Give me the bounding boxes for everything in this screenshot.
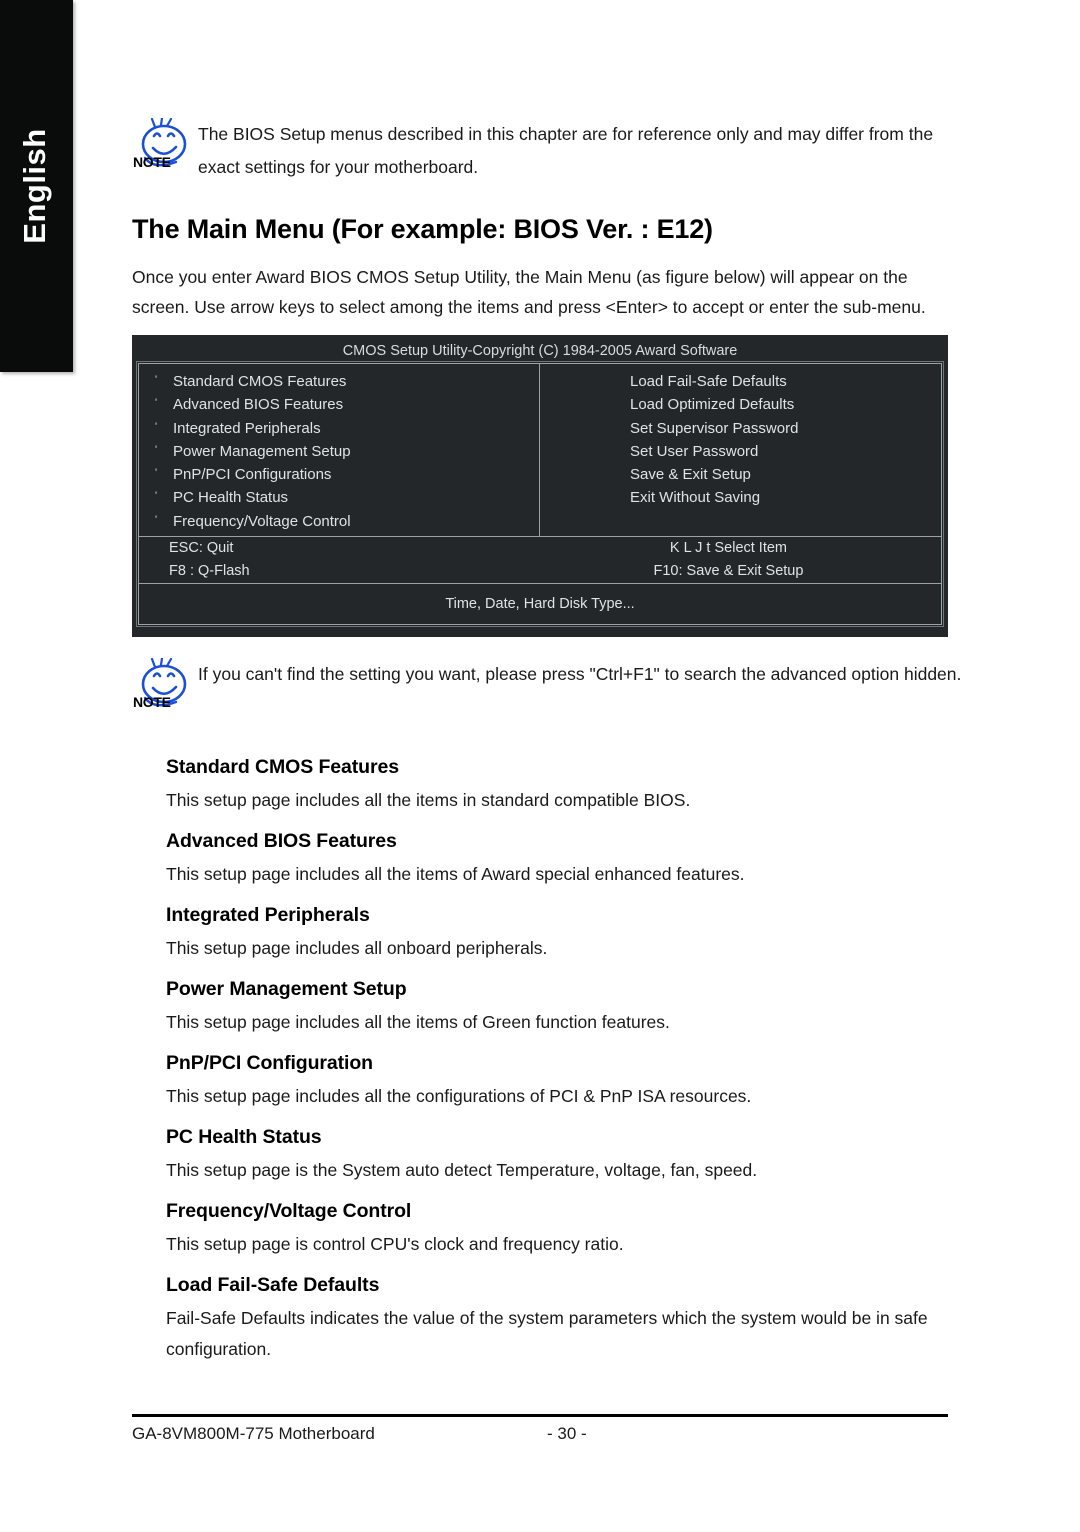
bios-menu-item[interactable]: Load Fail-Safe Defaults xyxy=(540,370,941,393)
footer-product-name: GA-8VM800M-775 Motherboard xyxy=(132,1424,375,1443)
bios-menu-item-label: PC Health Status xyxy=(173,489,289,507)
bios-bullet-icon: ' xyxy=(154,397,158,410)
note-callout-bottom: NOTE If you can't find the setting you w… xyxy=(132,658,962,716)
note-callout-top: NOTE The BIOS Setup menus described in t… xyxy=(132,118,962,184)
bios-menu-item[interactable]: ' Integrated Peripherals xyxy=(139,417,539,440)
bios-menu-item-label: Standard CMOS Features xyxy=(173,373,347,390)
bios-key-row: ESC: Quit K L J t Select Item xyxy=(139,537,941,560)
section-heading: Advanced BIOS Features xyxy=(166,830,397,852)
bios-menu-item[interactable]: ' PnP/PCI Configurations xyxy=(139,463,539,486)
bios-menu-item[interactable]: ' Frequency/Voltage Control xyxy=(139,510,539,533)
bios-status-bar: Time, Date, Hard Disk Type... xyxy=(445,596,635,612)
bios-menu-item[interactable]: ' Standard CMOS Features xyxy=(139,370,539,393)
bios-menu-item-label: Frequency/Voltage Control xyxy=(173,512,351,530)
section-body: This setup page is the System auto detec… xyxy=(166,1160,758,1180)
bios-menu-item[interactable]: ' PC Health Status xyxy=(139,486,539,509)
section-body: This setup page is control CPU's clock a… xyxy=(166,1234,624,1254)
bios-bullet-icon: ' xyxy=(154,443,158,456)
section-body: This setup page includes all onboard per… xyxy=(166,938,548,958)
bios-bullet-icon: ' xyxy=(154,490,158,503)
bios-menu-item[interactable]: ' Advanced BIOS Features xyxy=(139,393,539,416)
bios-bullet-icon: ' xyxy=(154,374,158,386)
bios-key-f8-qflash: F8 : Q-Flash xyxy=(169,563,250,579)
bios-menu-item-label: PnP/PCI Configurations xyxy=(173,466,332,484)
footer-page-number: - 30 - xyxy=(547,1424,587,1443)
sections-list: Standard CMOS Features This setup page i… xyxy=(166,752,956,1375)
section-body: This setup page includes all the items i… xyxy=(166,790,691,810)
bios-bullet-icon: ' xyxy=(154,467,158,480)
bios-menu-item-label: Power Management Setup xyxy=(173,442,351,460)
bios-bullet-icon: ' xyxy=(154,513,158,526)
note-smiley-icon: NOTE xyxy=(132,118,194,176)
note-badge-label: NOTE xyxy=(133,154,171,170)
intro-paragraph: Once you enter Award BIOS CMOS Setup Uti… xyxy=(132,267,926,317)
bios-title-bar: CMOS Setup Utility-Copyright (C) 1984-20… xyxy=(342,343,738,359)
section-body: Fail-Safe Defaults indicates the value o… xyxy=(166,1308,928,1359)
bios-bullet-icon: ' xyxy=(154,420,158,433)
bios-setup-screenshot: CMOS Setup Utility-Copyright (C) 1984-20… xyxy=(132,335,948,637)
section-body: This setup page includes all the configu… xyxy=(166,1086,752,1106)
bios-key-select-item: K L J t Select Item xyxy=(669,540,788,556)
page-footer: GA-8VM800M-775 Motherboard - 30 - xyxy=(132,1424,948,1444)
section-body: This setup page includes all the items o… xyxy=(166,1012,670,1032)
section-heading: PC Health Status xyxy=(166,1126,322,1148)
bios-menu-item-label: Advanced BIOS Features xyxy=(173,396,344,414)
bios-menu-item[interactable]: Exit Without Saving xyxy=(540,486,941,509)
note-badge-label: NOTE xyxy=(133,694,171,710)
bios-menu-item[interactable]: Save & Exit Setup xyxy=(540,463,941,486)
bios-key-esc-quit: ESC: Quit xyxy=(169,540,234,556)
page-title: The Main Menu (For example: BIOS Ver. : … xyxy=(132,214,713,244)
bios-frame: ' Standard CMOS Features ' Advanced BIOS… xyxy=(136,361,944,627)
section-heading: Power Management Setup xyxy=(166,978,407,1000)
section-heading: Integrated Peripherals xyxy=(166,904,370,926)
section-heading: PnP/PCI Configuration xyxy=(166,1052,373,1074)
language-tab-label: English xyxy=(16,128,52,244)
bios-menu-item[interactable]: Load Optimized Defaults xyxy=(540,393,941,416)
note-text-bottom: If you can't find the setting you want, … xyxy=(198,664,962,684)
bios-menu-item[interactable]: ' Power Management Setup xyxy=(139,440,539,463)
bios-menu-area: ' Standard CMOS Features ' Advanced BIOS… xyxy=(139,364,941,537)
bios-menu-column-right: Load Fail-Safe Defaults Load Optimized D… xyxy=(540,364,941,536)
section-heading: Standard CMOS Features xyxy=(166,756,399,778)
bios-menu-column-left: ' Standard CMOS Features ' Advanced BIOS… xyxy=(139,364,540,536)
bios-menu-item[interactable]: Set User Password xyxy=(540,440,941,463)
bios-key-f10-save-exit: F10: Save & Exit Setup xyxy=(653,563,804,579)
bios-key-row: F8 : Q-Flash F10: Save & Exit Setup xyxy=(139,560,941,583)
section-heading: Frequency/Voltage Control xyxy=(166,1200,412,1222)
bios-key-legend: ESC: Quit K L J t Select Item F8 : Q-Fla… xyxy=(139,537,941,584)
bios-menu-item[interactable]: Set Supervisor Password xyxy=(540,417,941,440)
section-body: This setup page includes all the items o… xyxy=(166,864,745,884)
section-heading: Load Fail-Safe Defaults xyxy=(166,1274,380,1296)
language-tab: English xyxy=(0,0,73,372)
note-smiley-icon: NOTE xyxy=(132,658,194,716)
note-text-top: The BIOS Setup menus described in this c… xyxy=(198,124,934,177)
bios-menu-item-label: Integrated Peripherals xyxy=(173,419,321,437)
footer-divider xyxy=(132,1414,948,1417)
